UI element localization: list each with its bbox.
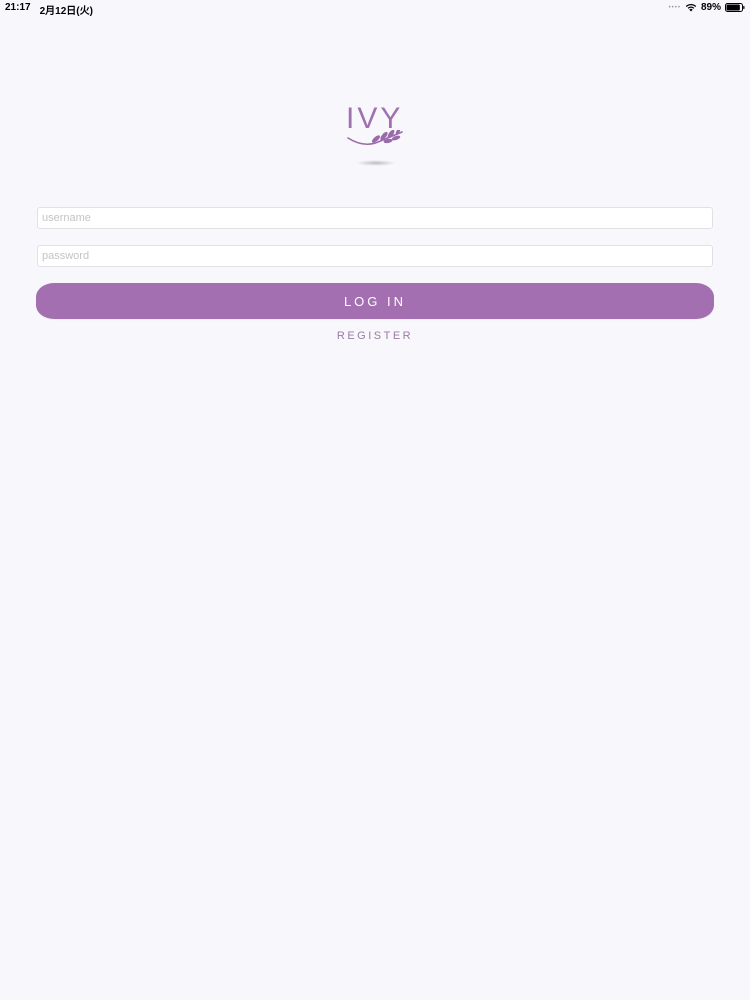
app-logo: IVY: [340, 102, 410, 170]
login-button[interactable]: LOG IN: [36, 283, 714, 319]
register-link[interactable]: REGISTER: [0, 330, 750, 342]
logo-shadow: [356, 160, 396, 166]
status-time: 21:17: [5, 2, 31, 13]
status-left: 21:17 2月12日(火): [5, 2, 93, 17]
cellular-signal-icon: ••••: [668, 4, 681, 11]
password-input[interactable]: [37, 245, 713, 267]
status-date: 2月12日(火): [39, 6, 93, 17]
leaf-branch-icon: [346, 128, 406, 163]
status-right: •••• 89%: [669, 2, 745, 13]
wifi-icon: [685, 3, 697, 12]
battery-percent: 89%: [700, 2, 721, 13]
username-input[interactable]: [37, 207, 713, 229]
battery-icon: [725, 3, 745, 12]
status-bar: 21:17 2月12日(火) •••• 89%: [0, 0, 750, 17]
